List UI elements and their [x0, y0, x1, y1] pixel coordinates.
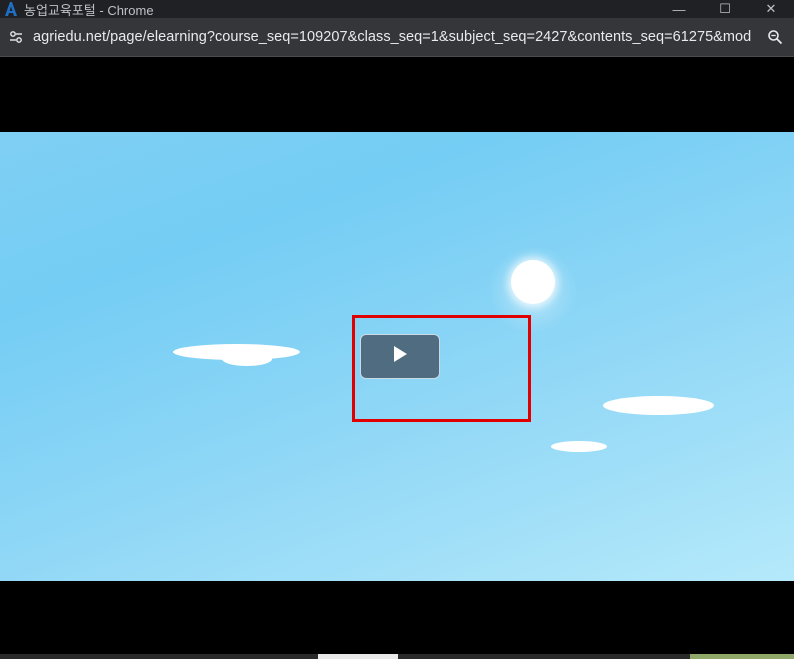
- window-controls: — ☐ ✕: [656, 0, 794, 18]
- tune-icon[interactable]: [5, 26, 27, 48]
- url-field[interactable]: agriedu.net/page/elearning?course_seq=10…: [33, 29, 751, 45]
- agriedu-logo-icon: [2, 0, 20, 18]
- cloud-graphic: [551, 441, 607, 452]
- cloud-graphic: [222, 352, 272, 366]
- video-player[interactable]: [0, 132, 794, 581]
- window-title: 농업교육포털 - Chrome: [24, 2, 154, 18]
- close-button[interactable]: ✕: [748, 0, 794, 18]
- minimize-button[interactable]: —: [656, 0, 702, 18]
- zoom-icon[interactable]: [766, 28, 784, 46]
- maximize-button[interactable]: ☐: [702, 0, 748, 18]
- address-bar: agriedu.net/page/elearning?course_seq=10…: [0, 18, 794, 57]
- sun-graphic: [511, 260, 555, 304]
- cloud-graphic: [603, 396, 714, 415]
- page-content: [0, 57, 794, 659]
- title-bar: 농업교육포털 - Chrome — ☐ ✕: [0, 0, 794, 18]
- browser-window: 농업교육포털 - Chrome — ☐ ✕ agriedu.net/page/e…: [0, 0, 794, 659]
- highlight-box: [352, 315, 531, 422]
- page-below-strip: [0, 654, 794, 659]
